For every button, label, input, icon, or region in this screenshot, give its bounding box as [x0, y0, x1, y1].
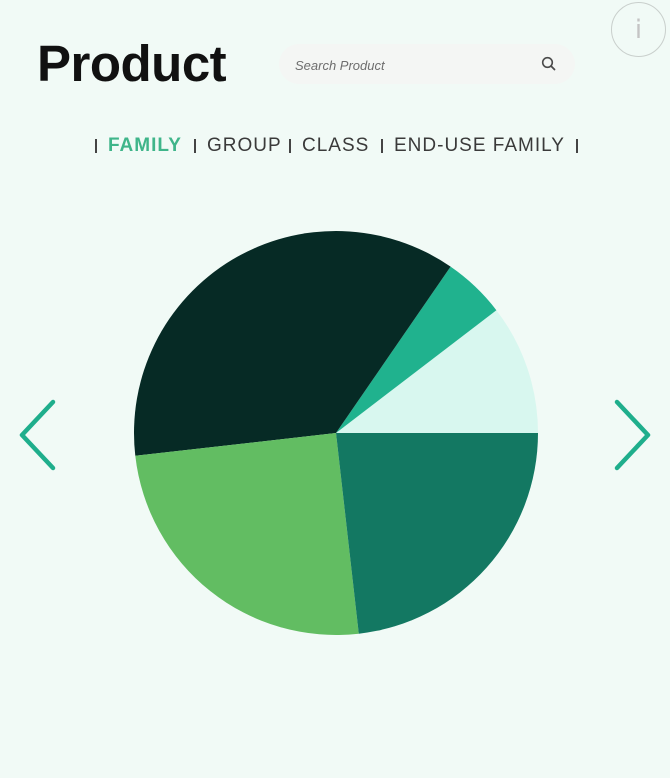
- pie-slice-5[interactable]: [336, 433, 538, 634]
- tab-bar: FAMILY GROUP CLASS END-USE FAMILY: [0, 132, 670, 160]
- info-button[interactable]: i: [611, 2, 666, 57]
- search-input[interactable]: [293, 52, 527, 78]
- chevron-left-icon: [19, 399, 56, 471]
- page-title: Product: [37, 35, 227, 92]
- page: Product i FAMILY GROUP CLASS END-USE FAM…: [0, 0, 670, 778]
- prev-button[interactable]: [16, 398, 60, 472]
- pie-slice-3[interactable]: [133, 231, 451, 456]
- tab-separator: [381, 139, 383, 153]
- next-button[interactable]: [610, 398, 654, 472]
- info-icon: i: [634, 14, 643, 45]
- pie-chart: [133, 231, 538, 636]
- search-icon: [541, 56, 556, 71]
- pie-slice-4[interactable]: [135, 433, 359, 636]
- tab-family[interactable]: FAMILY: [108, 132, 182, 160]
- tab-class[interactable]: CLASS: [302, 132, 369, 160]
- pie-slice-2[interactable]: [336, 266, 497, 433]
- tab-group[interactable]: GROUP: [207, 132, 282, 160]
- tab-separator: [95, 139, 97, 153]
- chevron-right-icon: [614, 399, 651, 471]
- pie-slice-1[interactable]: [336, 310, 538, 433]
- search-bar: [279, 44, 575, 84]
- search-button[interactable]: [539, 54, 559, 74]
- tab-end-use-family[interactable]: END-USE FAMILY: [394, 132, 565, 160]
- tab-separator: [289, 139, 291, 153]
- tab-separator: [576, 139, 578, 153]
- tab-separator: [194, 139, 196, 153]
